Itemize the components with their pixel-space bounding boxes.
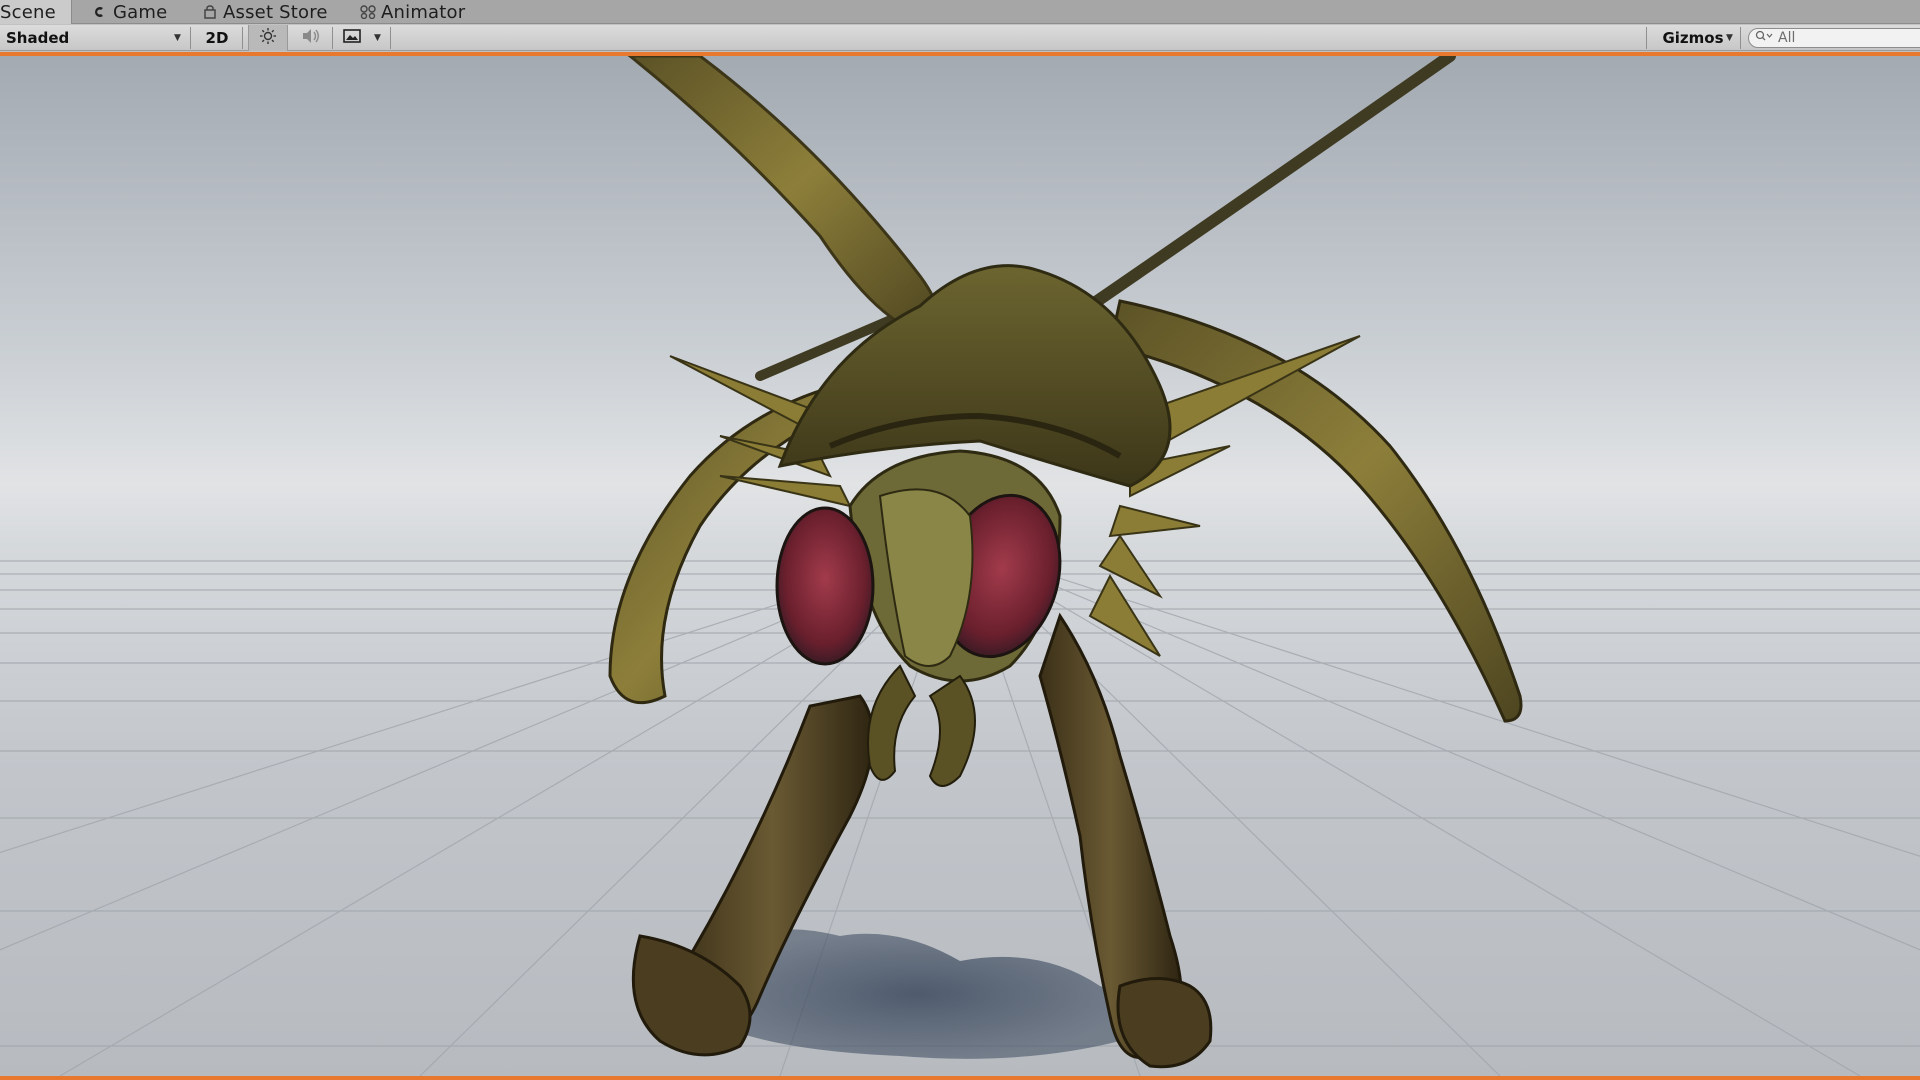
tab-animator[interactable]: Animator: [350, 0, 475, 24]
toolbar-divider: [190, 27, 191, 49]
asset-store-icon: [202, 4, 218, 20]
animator-icon: [360, 4, 376, 20]
gizmos-label: Gizmos: [1662, 29, 1724, 47]
toolbar-divider: [242, 27, 243, 49]
speaker-icon: [301, 28, 321, 48]
left-mandible: [867, 664, 917, 781]
sun-icon: [259, 27, 277, 49]
scene-toolbar: Shaded ▼ 2D ▼ Gizmos ▼ All: [0, 25, 1920, 51]
scene-render: [0, 56, 1920, 1076]
tab-game-label: Game: [113, 1, 168, 23]
game-icon: [92, 4, 108, 20]
tab-asset-store-label: Asset Store: [223, 1, 328, 23]
shading-mode-label: Shaded: [6, 29, 70, 47]
scene-effects-toggle[interactable]: [338, 25, 366, 51]
viewport-bottom-accent: [0, 1076, 1920, 1080]
scene-audio-toggle[interactable]: [293, 25, 329, 51]
gizmos-dropdown[interactable]: Gizmos ▼: [1650, 25, 1736, 51]
tab-scene-label: Scene: [0, 1, 56, 23]
effects-dropdown[interactable]: ▼: [370, 25, 386, 51]
2d-mode-label: 2D: [205, 29, 229, 47]
tab-game[interactable]: Game: [82, 0, 177, 24]
hierarchy-search-field[interactable]: All: [1748, 28, 1920, 48]
right-wing: [1108, 299, 1523, 723]
tab-scene[interactable]: Scene: [0, 0, 72, 24]
search-icon: [1755, 30, 1778, 46]
right-mandible: [928, 674, 976, 787]
left-compound-eye: [775, 506, 875, 666]
chevron-down-icon: ▼: [174, 33, 181, 43]
scene-lighting-toggle[interactable]: [248, 25, 288, 51]
tab-asset-store[interactable]: Asset Store: [192, 0, 338, 24]
toolbar-divider: [1646, 27, 1647, 49]
left-upper-wing: [627, 56, 940, 338]
toolbar-divider: [390, 27, 391, 49]
search-placeholder: All: [1778, 30, 1796, 46]
shading-mode-dropdown[interactable]: Shaded ▼: [0, 25, 188, 51]
chevron-down-icon: ▼: [374, 33, 381, 43]
toolbar-divider: [1740, 27, 1741, 49]
toolbar-divider: [332, 27, 333, 49]
scene-viewport[interactable]: [0, 56, 1920, 1076]
tab-animator-label: Animator: [381, 1, 466, 23]
2d-mode-button[interactable]: 2D: [196, 25, 238, 51]
image-icon: [343, 29, 361, 47]
right-antenna: [1084, 56, 1456, 312]
editor-tab-bar: Scene Game Asset Store Animator: [0, 0, 1920, 24]
chevron-down-icon: ▼: [1726, 33, 1733, 43]
